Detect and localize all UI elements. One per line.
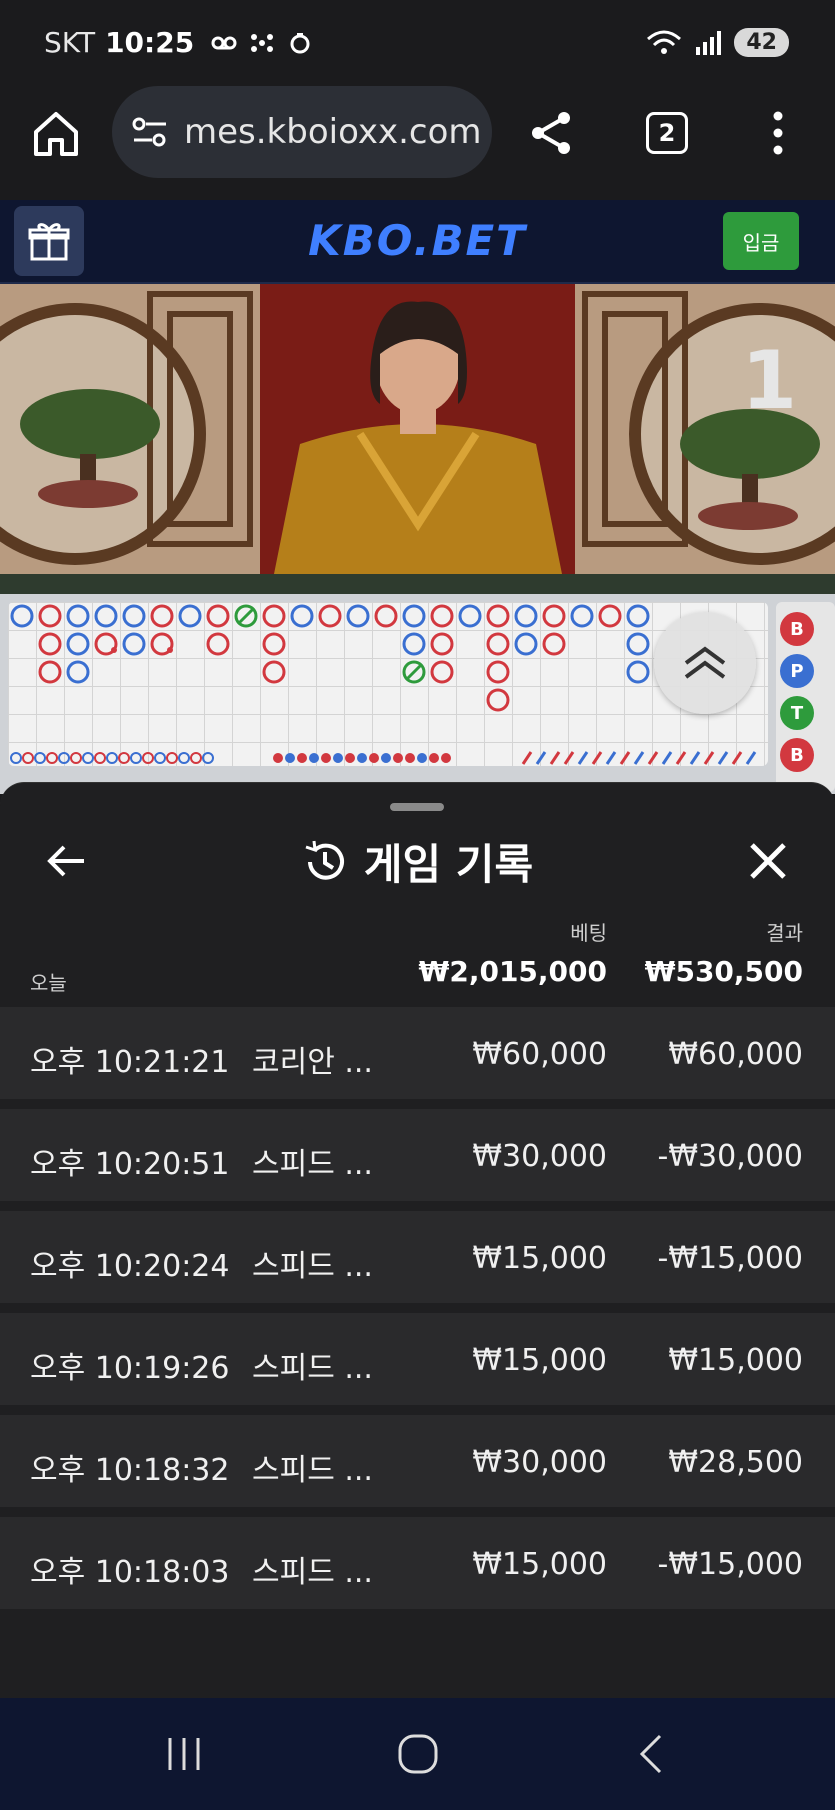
site-header: KBO.BET 입금 xyxy=(0,200,835,284)
row-bet: ₩30,000 xyxy=(472,1139,607,1174)
history-row[interactable]: 오후 10:18:32 스피드 ... ₩30,000 ₩28,500 xyxy=(0,1415,835,1507)
side-chip-banker[interactable]: B xyxy=(780,612,814,646)
scroll-top-button[interactable] xyxy=(654,612,756,714)
site-logo[interactable]: KBO.BET xyxy=(0,216,835,265)
row-game: 스피드 ... xyxy=(252,1351,373,1386)
double-chevron-up-icon xyxy=(684,646,726,679)
history-list: 오후 10:21:21 코리안 ... ₩60,000 ₩60,000 오후 1… xyxy=(0,1007,835,1619)
row-time: 오후 10:20:51 xyxy=(30,1147,230,1182)
more-menu-icon[interactable] xyxy=(768,110,788,156)
today-label: 오늘 xyxy=(30,971,67,995)
row-bet: ₩60,000 xyxy=(472,1037,607,1072)
row-game: 스피드 ... xyxy=(252,1555,373,1590)
history-row[interactable]: 오후 10:20:24 스피드 ... ₩15,000 -₩15,000 xyxy=(0,1211,835,1303)
history-icon xyxy=(305,840,344,880)
status-right: 42 xyxy=(646,28,789,57)
panel-header: 게임 기록 xyxy=(0,831,835,892)
row-game: 스피드 ... xyxy=(252,1453,373,1488)
url-text[interactable]: mes.kboioxx.com xyxy=(184,112,482,152)
row-bet: ₩15,000 xyxy=(472,1241,607,1276)
dealer-scene-image xyxy=(0,284,835,594)
browser-toolbar: mes.kboioxx.com 2 xyxy=(0,86,835,200)
history-row[interactable]: 오후 10:19:26 스피드 ... ₩15,000 ₩15,000 xyxy=(0,1313,835,1405)
row-result: -₩15,000 xyxy=(657,1241,803,1276)
voicemail-icon xyxy=(211,36,237,49)
row-game: 스피드 ... xyxy=(252,1147,373,1182)
history-row[interactable]: 오후 10:21:21 코리안 ... ₩60,000 ₩60,000 xyxy=(0,1007,835,1099)
wifi-icon xyxy=(647,30,682,54)
history-row[interactable]: 오후 10:20:51 스피드 ... ₩30,000 -₩30,000 xyxy=(0,1109,835,1201)
system-nav-bar xyxy=(0,1698,835,1810)
row-result: ₩28,500 xyxy=(668,1445,803,1480)
battery-indicator: 42 xyxy=(734,28,789,57)
live-dealer-video[interactable]: 1 xyxy=(0,284,835,594)
share-icon[interactable] xyxy=(528,110,574,156)
bead-road-grid xyxy=(8,602,768,766)
recent-apps-icon[interactable] xyxy=(160,1730,208,1778)
row-bet: ₩30,000 xyxy=(472,1445,607,1480)
total-result: ₩530,500 xyxy=(644,955,803,988)
carrier-label: SKT xyxy=(44,26,96,59)
network-icon xyxy=(251,33,274,52)
row-time: 오후 10:18:32 xyxy=(30,1453,230,1488)
history-row[interactable]: 오후 10:18:03 스피드 ... ₩15,000 -₩15,000 xyxy=(0,1517,835,1609)
column-header-result: 결과 xyxy=(766,921,803,945)
row-result: ₩60,000 xyxy=(668,1037,803,1072)
column-header-bet: 베팅 xyxy=(570,921,607,945)
row-bet: ₩15,000 xyxy=(472,1547,607,1582)
round-number: 1 xyxy=(741,334,797,427)
road-marks xyxy=(10,604,757,765)
row-result: -₩15,000 xyxy=(657,1547,803,1582)
drag-handle[interactable] xyxy=(390,803,444,811)
privacy-icon xyxy=(290,32,310,53)
total-bet: ₩2,015,000 xyxy=(418,955,607,988)
side-chip-player[interactable]: P xyxy=(780,654,814,688)
address-bar[interactable]: mes.kboioxx.com xyxy=(112,86,492,178)
clock: 10:25 xyxy=(105,26,195,59)
tab-switcher-button[interactable]: 2 xyxy=(646,112,688,154)
row-game: 스피드 ... xyxy=(252,1249,373,1284)
row-result: ₩15,000 xyxy=(668,1343,803,1378)
signal-icon xyxy=(696,30,722,55)
row-bet: ₩15,000 xyxy=(472,1343,607,1378)
row-time: 오후 10:21:21 xyxy=(30,1045,230,1080)
notification-icons xyxy=(210,31,314,55)
site-settings-icon[interactable] xyxy=(130,115,170,149)
status-bar: SKT 10:25 42 xyxy=(0,0,835,86)
home-button-icon[interactable] xyxy=(394,1730,442,1778)
game-history-panel: 게임 기록 베팅 결과 오늘 ₩2,015,000 ₩530,500 오후 10… xyxy=(0,782,835,1698)
row-time: 오후 10:20:24 xyxy=(30,1249,230,1284)
back-button-icon[interactable] xyxy=(628,1730,676,1778)
panel-title: 게임 기록 xyxy=(363,840,534,889)
close-icon[interactable] xyxy=(746,839,790,883)
row-time: 오후 10:18:03 xyxy=(30,1555,230,1590)
row-game: 코리안 ... xyxy=(252,1045,373,1080)
side-chip-banker[interactable]: B xyxy=(780,738,814,772)
deposit-button[interactable]: 입금 xyxy=(723,212,799,270)
side-chip-tie[interactable]: T xyxy=(780,696,814,730)
status-left: SKT 10:25 xyxy=(44,26,314,59)
home-icon[interactable] xyxy=(30,108,82,160)
row-result: -₩30,000 xyxy=(657,1139,803,1174)
prediction-column: B P T B xyxy=(776,602,835,792)
row-time: 오후 10:19:26 xyxy=(30,1351,230,1386)
